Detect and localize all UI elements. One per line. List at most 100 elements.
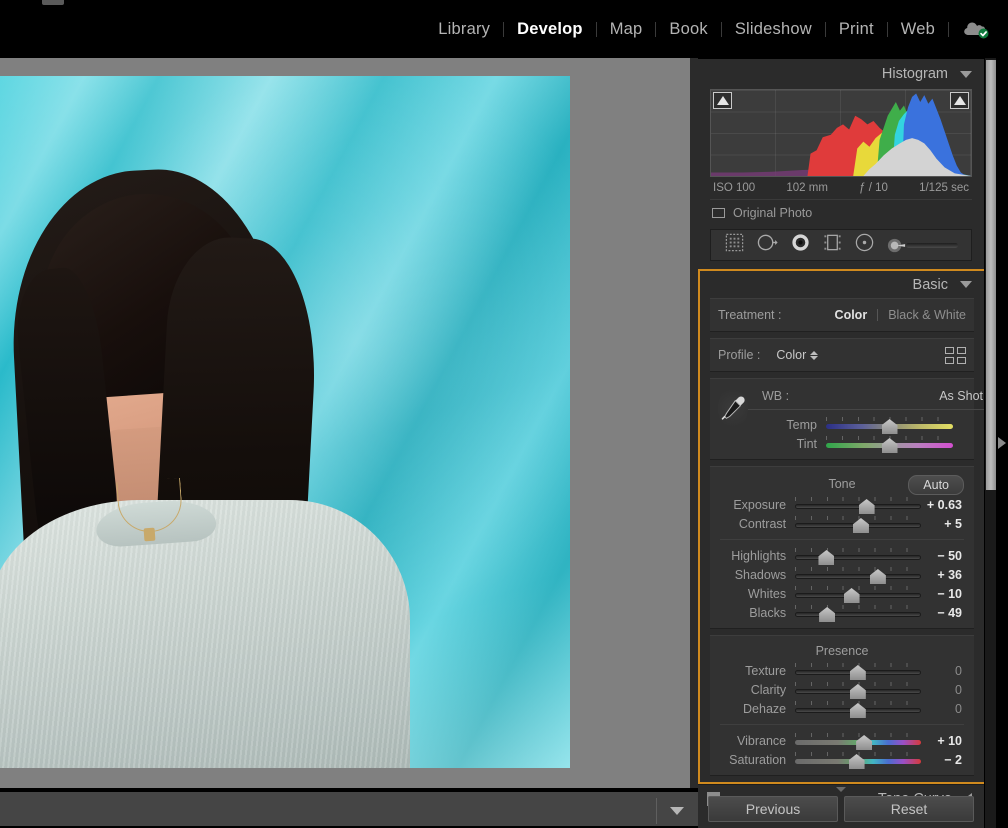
right-panel-expander[interactable] (996, 58, 1008, 828)
slider-tint[interactable]: Tint 0 (748, 434, 999, 453)
slider-track-area[interactable] (795, 731, 920, 750)
slider-thumb[interactable] (850, 703, 866, 718)
slider-clarity[interactable]: Clarity 0 (718, 680, 966, 699)
previous-button[interactable]: Previous (708, 796, 838, 822)
slider-thumb[interactable] (882, 419, 898, 434)
exif-iso: ISO 100 (713, 182, 755, 194)
chevron-down-icon[interactable] (670, 807, 684, 815)
slider-dehaze[interactable]: Dehaze 0 (718, 699, 966, 718)
slider-thumb[interactable] (853, 518, 869, 533)
treatment-option-black-and-white[interactable]: Black & White (888, 308, 966, 322)
slider-thumb[interactable] (818, 550, 834, 565)
slider-thumb[interactable] (819, 607, 835, 622)
slider-texture[interactable]: Texture 0 (718, 661, 966, 680)
module-map[interactable]: Map (597, 20, 656, 39)
slider-track (795, 504, 920, 509)
slider-track-area[interactable] (795, 495, 920, 514)
slider-value[interactable]: − 2 (921, 753, 966, 767)
slider-track-area[interactable] (795, 584, 920, 603)
slider-track-area[interactable] (795, 661, 920, 680)
slider-value[interactable]: + 5 (921, 517, 966, 531)
slider-track-area[interactable] (795, 603, 920, 622)
subject-sweater (0, 500, 410, 768)
cloud-sync-icon[interactable] (949, 19, 998, 39)
left-panel-toggle-tab[interactable] (42, 0, 64, 5)
slider-temp[interactable]: Temp 0 (748, 415, 999, 434)
triangle-down-icon[interactable] (960, 71, 972, 78)
slider-exposure[interactable]: Exposure + 0.63 (718, 495, 966, 514)
histogram-header[interactable]: Histogram (698, 59, 984, 89)
bottom-toolbar[interactable] (0, 790, 698, 828)
slider-value[interactable]: − 10 (921, 587, 966, 601)
slider-contrast[interactable]: Contrast + 5 (718, 514, 966, 533)
slider-track-area[interactable] (795, 699, 920, 718)
exif-row: ISO 100 102 mm ƒ / 10 1/125 sec (710, 177, 972, 194)
profile-grid-icon[interactable] (945, 347, 966, 364)
scrollbar-thumb[interactable] (986, 60, 996, 490)
auto-tone-button[interactable]: Auto (908, 475, 964, 495)
triangle-down-icon[interactable] (960, 281, 972, 288)
slider-value[interactable]: + 36 (921, 568, 966, 582)
histogram-plot[interactable] (710, 89, 972, 177)
slider-thumb[interactable] (850, 665, 866, 680)
slider-track-area[interactable] (795, 565, 920, 584)
slider-ticks (795, 567, 920, 571)
reset-button[interactable]: Reset (844, 796, 974, 822)
basic-panel-header[interactable]: Basic (700, 271, 984, 298)
module-print[interactable]: Print (826, 20, 887, 39)
slider-blacks[interactable]: Blacks − 49 (718, 603, 966, 622)
module-web[interactable]: Web (888, 20, 948, 39)
slider-shadows[interactable]: Shadows + 36 (718, 565, 966, 584)
slider-thumb[interactable] (849, 754, 865, 769)
slider-track-area[interactable] (795, 680, 920, 699)
panel-scroll-caret-icon[interactable] (836, 787, 846, 792)
module-slideshow[interactable]: Slideshow (722, 20, 825, 39)
slider-track-area[interactable] (795, 514, 920, 533)
slider-value[interactable]: + 10 (921, 734, 966, 748)
original-photo-row[interactable]: Original Photo (710, 199, 972, 220)
module-library[interactable]: Library (425, 20, 503, 39)
wb-value[interactable]: As Shot (939, 389, 983, 403)
radial-filter-tool[interactable] (854, 232, 875, 258)
photo-preview[interactable] (0, 76, 570, 768)
highlight-clipping-indicator[interactable] (950, 92, 969, 109)
slider-value[interactable]: − 50 (921, 549, 966, 563)
slider-track-area[interactable] (795, 750, 920, 769)
profile-value[interactable]: Color (776, 348, 806, 362)
slider-label: Dehaze (718, 702, 795, 716)
module-develop[interactable]: Develop (504, 20, 596, 39)
slider-label: Blacks (718, 606, 795, 620)
slider-track-area[interactable] (795, 546, 920, 565)
slider-value[interactable]: 0 (921, 683, 966, 697)
slider-thumb[interactable] (859, 499, 875, 514)
slider-thumb[interactable] (844, 588, 860, 603)
spot-removal-tool[interactable] (756, 232, 779, 258)
slider-whites[interactable]: Whites − 10 (718, 584, 966, 603)
red-eye-correction-tool[interactable] (790, 232, 811, 258)
slider-thumb[interactable] (870, 569, 886, 584)
adjustment-brush-tool[interactable] (886, 235, 958, 256)
slider-value[interactable]: 0 (921, 664, 966, 678)
masking-tool[interactable] (822, 232, 843, 258)
slider-track-area[interactable] (826, 434, 953, 453)
image-canvas[interactable] (0, 58, 698, 788)
slider-value[interactable]: − 49 (921, 606, 966, 620)
slider-vibrance[interactable]: Vibrance + 10 (718, 731, 966, 750)
shadow-clipping-indicator[interactable] (713, 92, 732, 109)
original-photo-checkbox[interactable] (712, 208, 725, 218)
profile-stepper-icon[interactable] (810, 351, 818, 360)
slider-thumb[interactable] (882, 438, 898, 453)
crop-overlay-tool[interactable] (724, 232, 745, 258)
module-book[interactable]: Book (656, 20, 720, 39)
slider-thumb[interactable] (850, 684, 866, 699)
slider-highlights[interactable]: Highlights − 50 (718, 546, 966, 565)
slider-value[interactable]: 0 (921, 702, 966, 716)
treatment-option-color[interactable]: Color (835, 308, 868, 322)
slider-track-area[interactable] (826, 415, 953, 434)
white-balance-eyedropper-icon[interactable] (718, 385, 748, 431)
slider-saturation[interactable]: Saturation − 2 (718, 750, 966, 769)
tool-strip (710, 229, 972, 261)
slider-thumb[interactable] (856, 735, 872, 750)
slider-value[interactable]: + 0.63 (921, 498, 966, 512)
right-panel-scrollbar[interactable] (984, 58, 996, 828)
